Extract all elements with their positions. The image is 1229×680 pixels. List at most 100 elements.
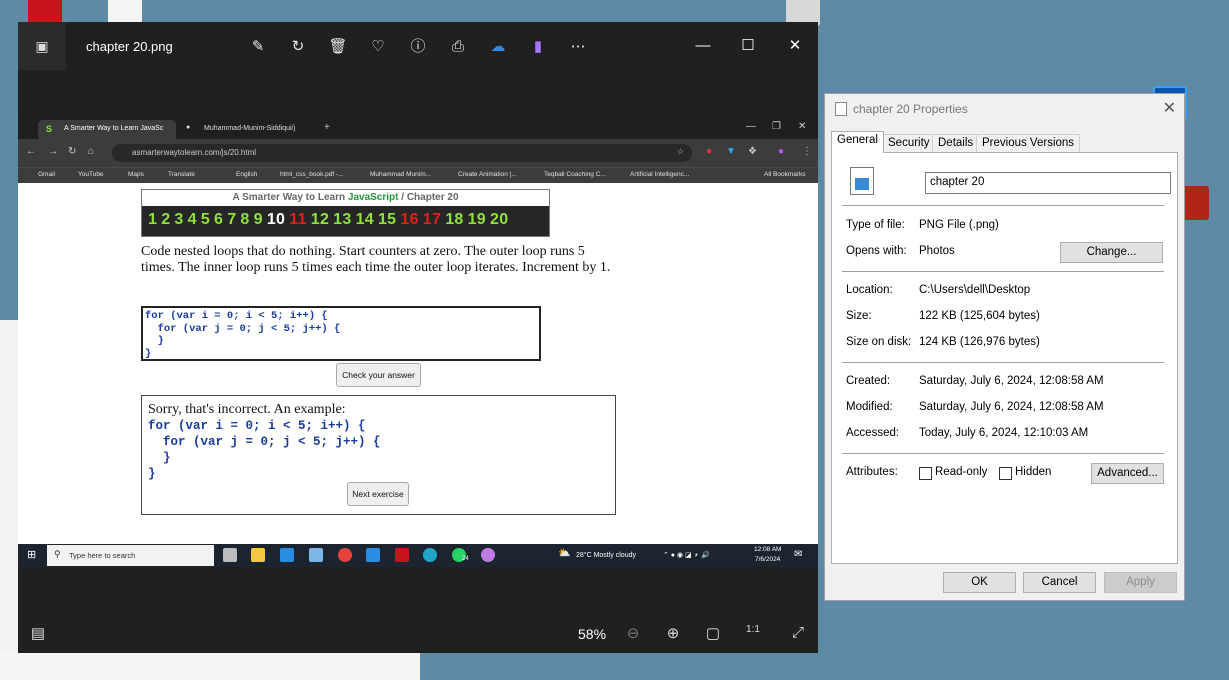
check-answer-button[interactable]: Check your answer <box>336 363 421 387</box>
filmstrip-icon[interactable]: ▤ <box>28 624 48 642</box>
profile-avatar[interactable]: ● <box>778 146 784 157</box>
chrome-profile-icon[interactable] <box>481 548 495 562</box>
rotate-icon[interactable]: ↻ <box>287 36 309 58</box>
clock-time[interactable]: 12:08 AM <box>754 546 781 553</box>
forward-icon[interactable]: → <box>48 146 58 157</box>
chapter-link[interactable]: 1 <box>148 211 157 228</box>
extensions-puzzle-icon[interactable]: ❖ <box>748 146 757 157</box>
minimize-icon[interactable]: — <box>746 121 756 132</box>
actual-size-icon[interactable]: 1:1 <box>743 624 763 635</box>
edge-icon[interactable] <box>423 548 437 562</box>
maximize-icon[interactable]: ☐ <box>733 31 763 61</box>
bookmark-item[interactable]: Translate <box>168 171 195 178</box>
close-icon[interactable]: ✕ <box>780 31 810 61</box>
chapter-link[interactable]: 10 <box>267 211 285 228</box>
created-value: Saturday, July 6, 2024, 12:08:58 AM <box>919 375 1104 387</box>
chapter-link[interactable]: 13 <box>333 211 351 228</box>
zoom-in-icon[interactable]: ⊕ <box>663 624 683 642</box>
fullscreen-icon[interactable]: ⤢ <box>788 624 808 641</box>
chapter-link[interactable]: 12 <box>311 211 329 228</box>
chapter-link[interactable]: 20 <box>490 211 508 228</box>
chapter-link[interactable]: 7 <box>227 211 236 228</box>
bookmark-item[interactable]: Muhammad Munim... <box>370 171 431 178</box>
chapter-link[interactable]: 6 <box>214 211 223 228</box>
chapter-link[interactable]: 5 <box>201 211 210 228</box>
close-icon[interactable]: ✕ <box>1163 98 1176 118</box>
bookmark-item[interactable]: Gmail <box>38 171 55 178</box>
browser-tab-active[interactable]: S A Smarter Way to Learn JavaSc <box>38 120 176 139</box>
extension-icon[interactable]: ▼ <box>726 146 736 157</box>
start-icon[interactable]: ⊞ <box>27 548 36 561</box>
chapter-link[interactable]: 16 <box>400 211 418 228</box>
bookmark-item[interactable]: YouTube <box>78 171 104 178</box>
tab-previous-versions[interactable]: Previous Versions <box>976 134 1081 153</box>
reload-icon[interactable]: ↻ <box>68 146 76 157</box>
back-icon[interactable]: ← <box>26 146 36 157</box>
task-view-icon[interactable] <box>223 548 237 562</box>
next-exercise-button[interactable]: Next exercise <box>347 482 409 506</box>
chapter-link[interactable]: 8 <box>240 211 249 228</box>
bookmark-item[interactable]: html_css_book.pdf -... <box>280 171 344 178</box>
info-icon[interactable]: ⓘ <box>407 36 429 58</box>
bookmark-item[interactable]: Maps <box>128 171 144 178</box>
delete-icon[interactable]: 🗑 <box>327 36 349 58</box>
chapter-link[interactable]: 14 <box>356 211 374 228</box>
bookmark-star-icon[interactable]: ☆ <box>677 147 684 156</box>
print-icon[interactable]: ⎙ <box>447 36 469 58</box>
menu-icon[interactable]: ⋮ <box>802 146 812 157</box>
chrome-icon[interactable] <box>338 548 352 562</box>
tab-security[interactable]: Security <box>882 134 936 153</box>
chapter-link[interactable]: 18 <box>445 211 463 228</box>
bookmark-item[interactable]: Artificial Intelligenc... <box>630 171 689 178</box>
system-tray-icons[interactable]: ⌃ ● ◉ ◪ ⎖ 🔊 <box>663 551 710 560</box>
notification-icon[interactable]: ✉ <box>794 549 802 560</box>
taskbar-search[interactable]: ⚲ Type here to search <box>47 545 214 566</box>
hidden-checkbox[interactable] <box>999 467 1012 480</box>
weather-text[interactable]: 28°C Mostly cloudy <box>576 552 636 559</box>
favorite-icon[interactable]: ♡ <box>367 36 389 58</box>
bookmark-item[interactable]: All Bookmarks <box>764 171 806 178</box>
extension-icon[interactable]: ● <box>706 146 712 157</box>
bookmark-item[interactable]: Teqball Coaching C... <box>544 171 606 178</box>
clipchamp-icon[interactable]: ▮ <box>527 36 549 58</box>
change-button[interactable]: Change... <box>1060 242 1163 263</box>
readonly-checkbox[interactable] <box>919 467 932 480</box>
advanced-button[interactable]: Advanced... <box>1091 463 1164 484</box>
chapter-link[interactable]: 19 <box>468 211 486 228</box>
chapter-link[interactable]: 3 <box>174 211 183 228</box>
acrobat-icon[interactable] <box>395 548 409 562</box>
chapter-link[interactable]: 15 <box>378 211 396 228</box>
chapter-link[interactable]: 2 <box>161 211 170 228</box>
more-icon[interactable]: ⋯ <box>567 36 589 58</box>
bookmark-item[interactable]: English <box>236 171 257 178</box>
edit-image-icon[interactable]: ✎ <box>247 36 269 58</box>
app-icon[interactable] <box>309 548 323 562</box>
home-icon[interactable]: ⌂ <box>88 146 94 157</box>
code-input[interactable]: for (var i = 0; i < 5; i++) { for (var j… <box>141 306 541 361</box>
zoom-out-icon[interactable]: ⊖ <box>623 624 643 642</box>
store-icon[interactable] <box>280 548 294 562</box>
minimize-icon[interactable]: — <box>688 31 718 61</box>
chapter-link[interactable]: 11 <box>289 211 307 228</box>
onedrive-icon[interactable]: ☁ <box>487 36 509 58</box>
fit-to-window-icon[interactable]: ▢ <box>703 624 723 642</box>
bookmark-item[interactable]: Create Animation |... <box>458 171 517 178</box>
clock-date[interactable]: 7/6/2024 <box>755 556 780 563</box>
tab-details[interactable]: Details <box>932 134 980 153</box>
file-explorer-icon[interactable] <box>251 548 265 562</box>
chapter-link[interactable]: 4 <box>188 211 197 228</box>
cancel-button[interactable]: Cancel <box>1023 572 1096 593</box>
apply-button[interactable]: Apply <box>1104 572 1177 593</box>
mail-icon[interactable] <box>366 548 380 562</box>
address-bar[interactable]: asmarterwaytolearn.com/js/20.html ☆ <box>112 144 692 162</box>
chapter-link[interactable]: 9 <box>254 211 263 228</box>
ok-button[interactable]: OK <box>943 572 1016 593</box>
close-icon[interactable]: ✕ <box>798 121 806 132</box>
chapter-link[interactable]: 17 <box>423 211 441 228</box>
browser-tab[interactable]: ● Muhammad-Munim-Siddiqui/j <box>178 120 316 139</box>
new-tab-icon[interactable]: + <box>324 122 330 133</box>
photos-app-icon[interactable]: ▣ <box>18 22 66 70</box>
restore-icon[interactable]: ❐ <box>772 121 781 132</box>
filename-field[interactable]: chapter 20 <box>925 172 1171 194</box>
tab-general[interactable]: General <box>831 131 884 153</box>
